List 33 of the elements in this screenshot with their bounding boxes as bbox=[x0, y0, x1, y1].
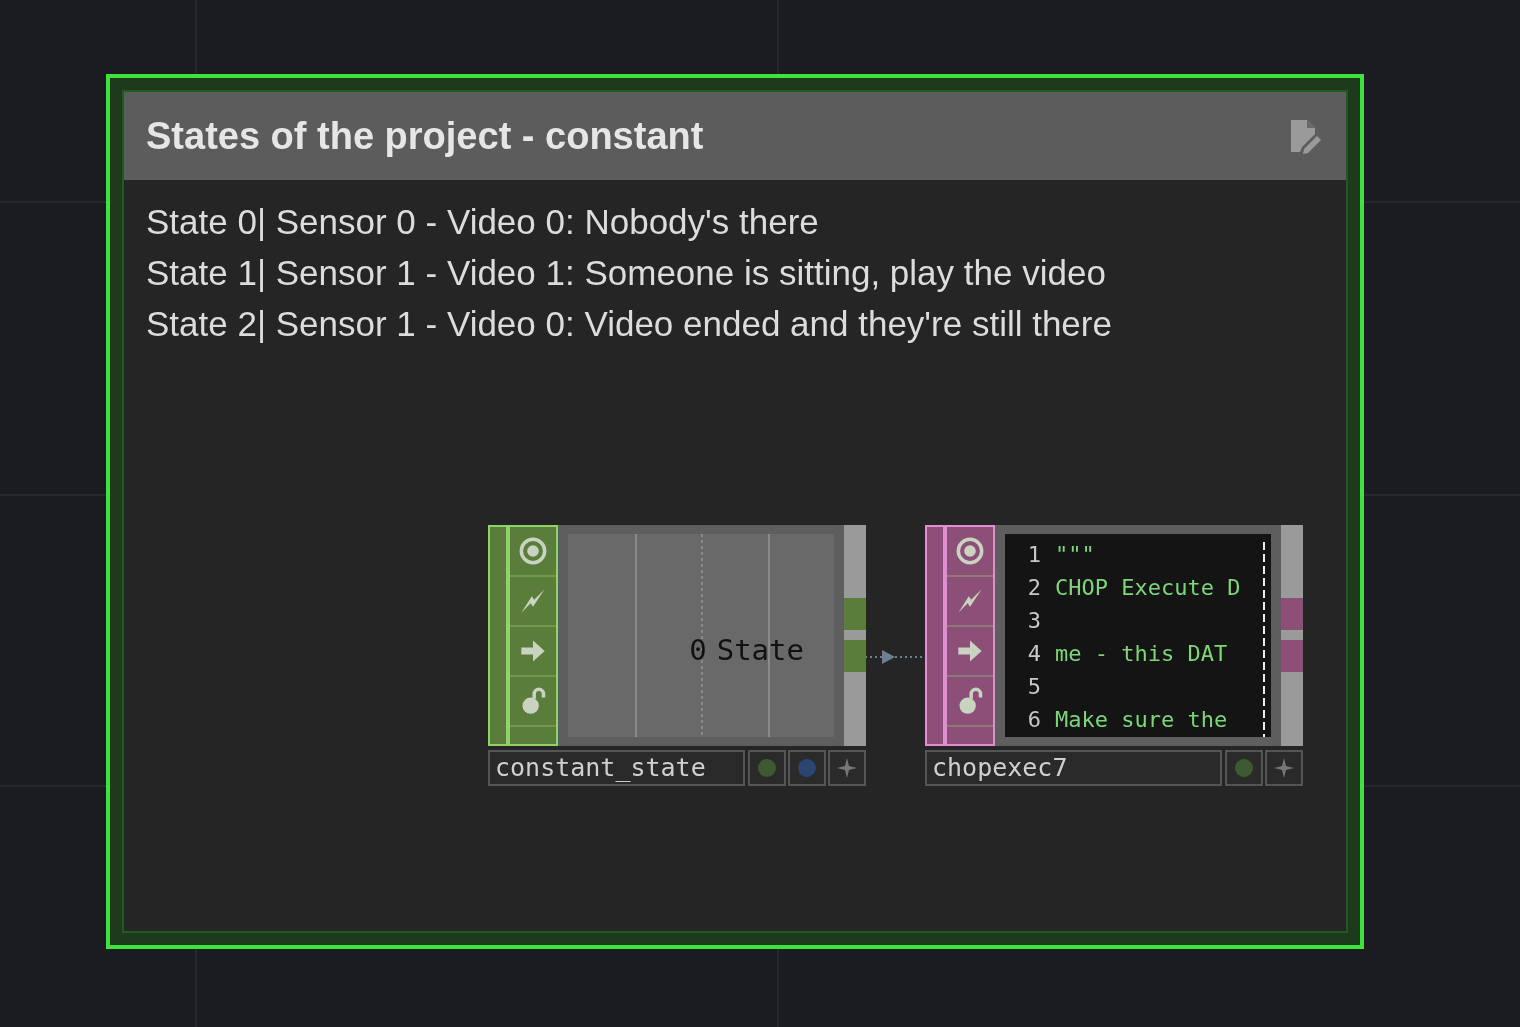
code-line: """ bbox=[1055, 542, 1095, 567]
node-tab[interactable] bbox=[510, 727, 556, 744]
channel-name: State bbox=[716, 632, 804, 667]
edit-icon[interactable] bbox=[1288, 118, 1324, 154]
annotation-line: State 0| Sensor 0 - Video 0: Nobody's there bbox=[146, 201, 820, 243]
node-tab[interactable] bbox=[947, 727, 993, 744]
node-name-field[interactable]: chopexec7 bbox=[925, 750, 1222, 786]
flag-button[interactable] bbox=[1225, 750, 1263, 786]
node-name-field[interactable]: constant_state bbox=[488, 750, 745, 786]
code-line: Make sure the bbox=[1055, 707, 1228, 732]
line-number: 3 bbox=[1026, 608, 1041, 633]
annotation-title: States of the project - constant bbox=[146, 114, 704, 158]
input-strip[interactable] bbox=[488, 525, 508, 746]
line-number: 1 bbox=[1026, 542, 1041, 567]
code-line: me - this DAT bbox=[1055, 641, 1228, 666]
line-number: 6 bbox=[1026, 707, 1041, 732]
star-icon bbox=[837, 758, 857, 778]
flag-button[interactable] bbox=[1265, 750, 1303, 786]
channel-value: 0 bbox=[689, 632, 707, 667]
flag-button[interactable] bbox=[828, 750, 866, 786]
annotation-line: State 1| Sensor 1 - Video 1: Someone is sitting, play the video bbox=[146, 252, 1107, 294]
flag-button[interactable] bbox=[788, 750, 826, 786]
connection-link bbox=[865, 649, 925, 665]
target-icon[interactable] bbox=[956, 537, 984, 565]
code-line: CHOP Execute D bbox=[1055, 575, 1241, 600]
line-number: 4 bbox=[1026, 641, 1041, 666]
input-strip[interactable] bbox=[925, 525, 945, 746]
line-number: 2 bbox=[1026, 575, 1041, 600]
star-icon bbox=[1274, 758, 1294, 778]
annotation-line: State 2| Sensor 1 - Video 0: Video ended and they're still there bbox=[146, 303, 1113, 345]
line-number: 5 bbox=[1026, 674, 1041, 699]
flag-button[interactable] bbox=[748, 750, 786, 786]
target-icon[interactable] bbox=[519, 537, 547, 565]
